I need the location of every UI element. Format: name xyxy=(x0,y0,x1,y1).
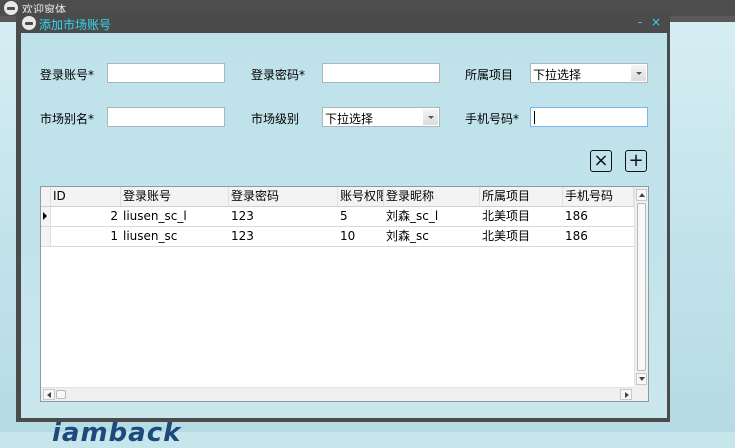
scrollbar-corner xyxy=(634,387,648,401)
chevron-down-icon[interactable] xyxy=(423,109,438,125)
horizontal-scrollbar[interactable] xyxy=(41,387,634,401)
table-row[interactable]: 2 liusen_sc_l 123 5 刘森_sc_l 北美项目 186 xyxy=(41,207,634,227)
cell-login-account[interactable]: liusen_sc xyxy=(121,227,229,246)
cell-project[interactable]: 北美项目 xyxy=(480,207,563,226)
phone-input[interactable] xyxy=(530,107,648,127)
cell-nickname[interactable]: 刘森_sc xyxy=(384,227,480,246)
row-header-corner xyxy=(41,187,51,206)
column-header-nickname[interactable]: 登录昵称 xyxy=(384,187,480,206)
text-caret xyxy=(534,111,535,124)
delete-button[interactable]: × xyxy=(590,150,612,172)
login-password-label: 登录密码* xyxy=(251,68,306,82)
brand-logo: iamback xyxy=(52,418,182,448)
scroll-up-icon[interactable] xyxy=(636,189,647,201)
column-header-login-account[interactable]: 登录账号 xyxy=(121,187,229,206)
row-selector[interactable] xyxy=(41,207,51,226)
horizontal-scroll-thumb[interactable] xyxy=(56,390,66,399)
column-header-project[interactable]: 所属项目 xyxy=(480,187,563,206)
cell-phone[interactable]: 186 xyxy=(563,227,634,246)
login-password-input[interactable] xyxy=(322,63,440,83)
chevron-down-icon[interactable] xyxy=(631,65,646,81)
close-icon: × xyxy=(593,150,609,171)
cell-nickname[interactable]: 刘森_sc_l xyxy=(384,207,480,226)
login-account-input[interactable] xyxy=(107,63,225,83)
column-header-login-password[interactable]: 登录密码 xyxy=(229,187,338,206)
cell-login-account[interactable]: liusen_sc_l xyxy=(121,207,229,226)
column-header-phone[interactable]: 手机号码 xyxy=(563,187,634,206)
market-level-select-value: 下拉选择 xyxy=(325,112,374,126)
current-row-icon xyxy=(43,212,47,220)
cell-permission[interactable]: 10 xyxy=(338,227,384,246)
vertical-scrollbar[interactable] xyxy=(634,187,648,387)
cell-project[interactable]: 北美项目 xyxy=(480,227,563,246)
add-button[interactable]: + xyxy=(625,150,647,172)
market-alias-input[interactable] xyxy=(107,107,225,127)
scroll-right-icon[interactable] xyxy=(620,389,632,400)
dialog-logo-icon xyxy=(22,16,36,30)
login-account-label: 登录账号* xyxy=(40,68,95,82)
vertical-scroll-thumb[interactable] xyxy=(637,203,646,371)
dialog-body: 登录账号* 登录密码* 所属项目 下拉选择 市场别名* 市场级别 下拉选择 手机… xyxy=(21,33,667,418)
grid-header: ID 登录账号 登录密码 账号权限 登录昵称 所属项目 手机号码 xyxy=(41,187,634,207)
cell-id[interactable]: 2 xyxy=(51,207,121,226)
cell-login-password[interactable]: 123 xyxy=(229,227,338,246)
project-select-value: 下拉选择 xyxy=(533,68,582,82)
cell-permission[interactable]: 5 xyxy=(338,207,384,226)
table-row[interactable]: 1 liusen_sc 123 10 刘森_sc 北美项目 186 xyxy=(41,227,634,247)
column-header-id[interactable]: ID xyxy=(51,187,121,206)
scroll-down-icon[interactable] xyxy=(636,373,647,385)
dialog-titlebar[interactable]: 添加市场账号 - × xyxy=(16,13,670,33)
market-alias-label: 市场别名* xyxy=(40,112,95,126)
minimize-button[interactable]: - xyxy=(634,14,646,30)
row-selector[interactable] xyxy=(41,227,51,246)
column-header-permission[interactable]: 账号权限 xyxy=(338,187,384,206)
plus-icon: + xyxy=(628,150,644,171)
scroll-left-icon[interactable] xyxy=(43,389,55,400)
dialog-title: 添加市场账号 xyxy=(39,18,112,32)
cell-phone[interactable]: 186 xyxy=(563,207,634,226)
close-button[interactable]: × xyxy=(650,14,662,30)
project-select[interactable]: 下拉选择 xyxy=(530,63,648,83)
accounts-grid[interactable]: ID 登录账号 登录密码 账号权限 登录昵称 所属项目 手机号码 2 liuse… xyxy=(40,186,649,402)
cell-id[interactable]: 1 xyxy=(51,227,121,246)
phone-label: 手机号码* xyxy=(465,112,520,126)
market-level-label: 市场级别 xyxy=(251,112,300,126)
add-market-account-dialog: 添加市场账号 - × 登录账号* 登录密码* 所属项目 下拉选择 市场别名* 市… xyxy=(16,13,670,422)
project-label: 所属项目 xyxy=(465,68,514,82)
cell-login-password[interactable]: 123 xyxy=(229,207,338,226)
market-level-select[interactable]: 下拉选择 xyxy=(322,107,440,127)
